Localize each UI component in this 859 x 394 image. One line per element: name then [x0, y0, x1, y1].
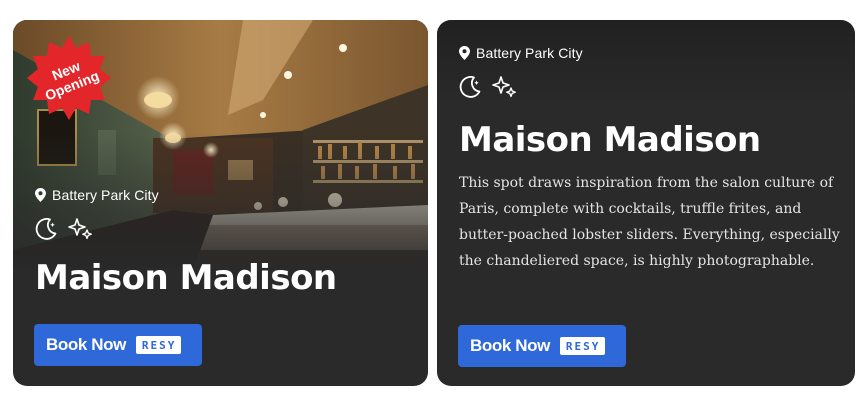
book-now-label: Book Now [470, 336, 550, 355]
sparkle-icon [492, 76, 516, 98]
book-now-label: Book Now [46, 335, 126, 354]
location: Battery Park City [35, 187, 159, 203]
location-pin-icon [459, 46, 470, 60]
new-opening-badge: New Opening [25, 34, 113, 122]
ambience-icons [33, 216, 93, 242]
restaurant-title: Maison Madison [35, 258, 337, 298]
moon-icon [35, 218, 57, 240]
sparkle-icon [68, 218, 92, 240]
restaurant-description: This spot draws inspiration from the sal… [459, 175, 840, 269]
book-now-button[interactable]: Book Now RESY [34, 324, 202, 366]
restaurant-title: Maison Madison [459, 120, 761, 160]
restaurant-card-expanded[interactable]: Battery Park City Maison Madison This sp… [437, 20, 855, 386]
location: Battery Park City [459, 45, 583, 61]
location-label: Battery Park City [52, 187, 159, 203]
moon-icon [459, 76, 481, 98]
resy-logo: RESY [135, 336, 182, 354]
location-label: Battery Park City [476, 45, 583, 61]
restaurant-card[interactable]: New Opening Battery Park City Maison Mad… [13, 20, 428, 386]
book-now-button[interactable]: Book Now RESY [458, 325, 626, 367]
location-pin-icon [35, 188, 46, 202]
ambience-icons [457, 74, 517, 100]
resy-logo: RESY [559, 337, 606, 355]
